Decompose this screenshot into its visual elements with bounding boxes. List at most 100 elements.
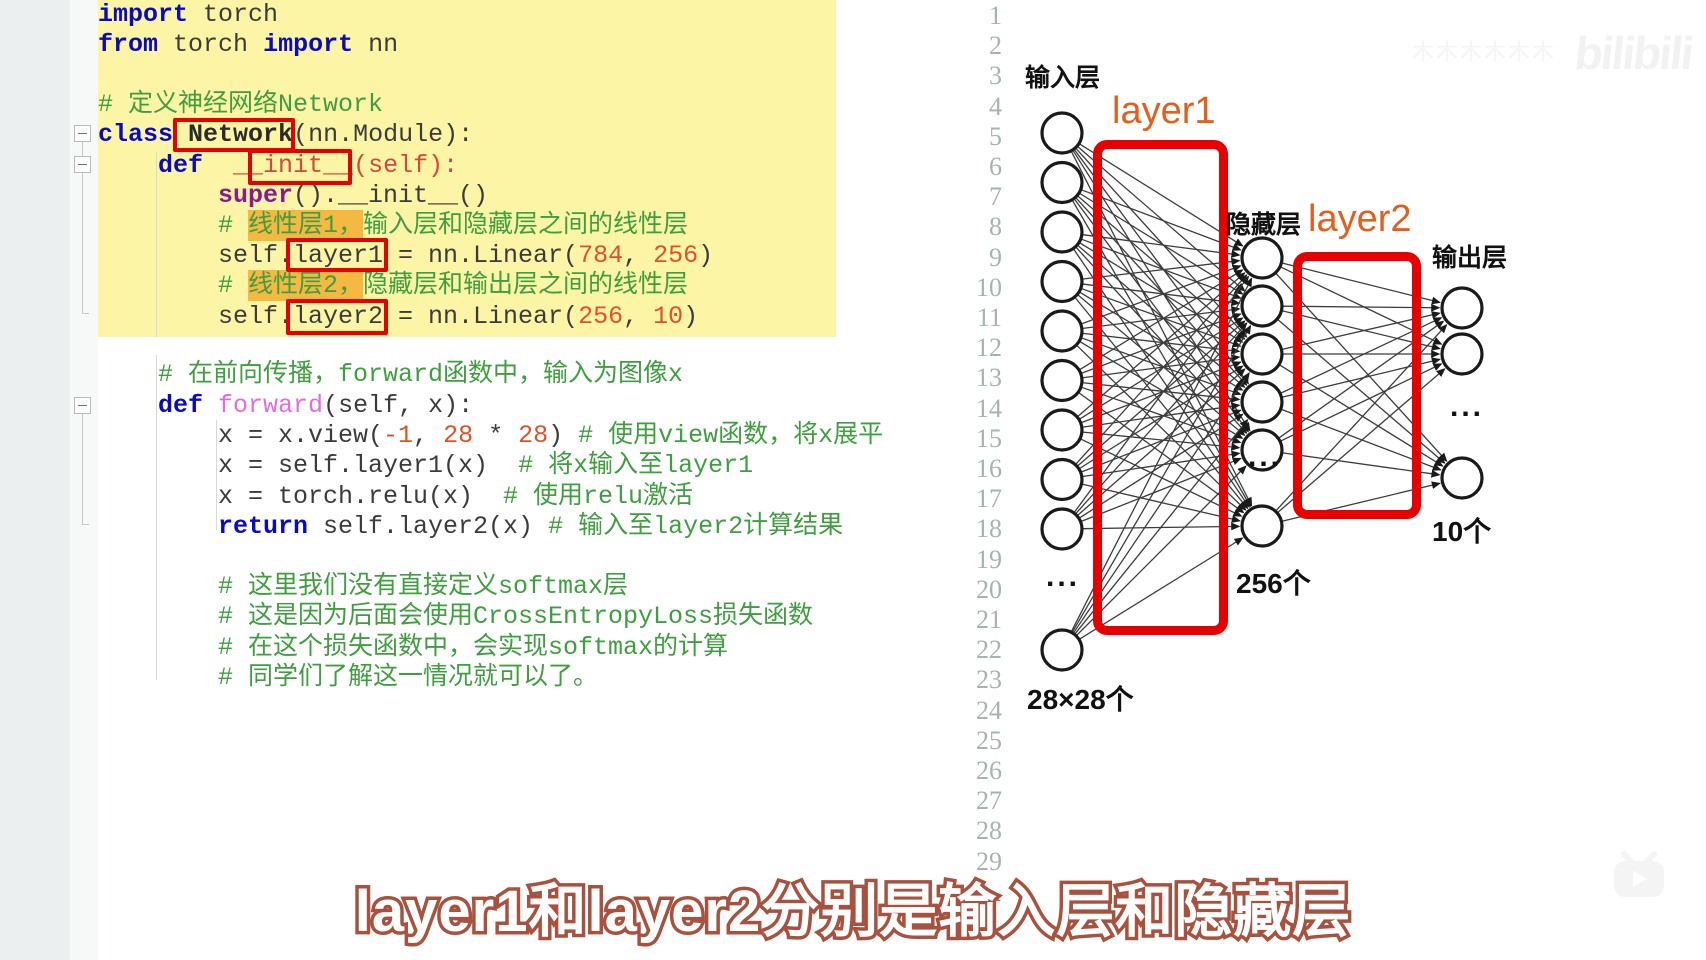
- fold-marker-init[interactable]: [74, 156, 91, 173]
- input-node: [1040, 358, 1084, 403]
- fold-line-forward: [82, 414, 83, 524]
- token-def-2: def: [158, 391, 204, 420]
- input-node: [1040, 309, 1084, 353]
- code-line-7: super().__init__(): [98, 181, 488, 211]
- code-editor[interactable]: 1 2 3 4 5 6 7 8 9 10 11 12 13 14 15 16 17 18 19 20 21 22 23 24 2…: [0, 0, 1010, 960]
- comment-23: # 同学们了解这一情况就可以了。: [218, 663, 599, 692]
- input-node: [1040, 507, 1084, 551]
- label-output-layer: 输出层: [1432, 244, 1508, 272]
- annotation-box-init: [248, 149, 352, 185]
- code-fold-gutter[interactable]: [70, 0, 98, 960]
- code-line-14: def forward(self, x):: [98, 391, 473, 421]
- input-node: [1040, 160, 1084, 205]
- token-l16a: x = self.layer1(x): [218, 451, 519, 480]
- token-l15a: x = x.view(: [218, 421, 384, 450]
- annotation-box-layer1: [286, 238, 388, 272]
- fold-end-init: [82, 313, 89, 314]
- token-l17a: x = torch.relu(x): [218, 482, 504, 511]
- comment-define-network: # 定义神经网络Network: [98, 90, 384, 119]
- count-output: 10个: [1432, 516, 1492, 547]
- token-comma-1: ,: [623, 241, 654, 270]
- token-return: return: [218, 512, 309, 541]
- token-paren-2: ): [683, 302, 699, 331]
- comment8-rest: 输入层和隐藏层之间的线性层: [363, 211, 689, 240]
- token-28b: 28: [518, 421, 549, 450]
- label-layer2: layer2: [1308, 198, 1412, 240]
- token-l15b: ,: [413, 421, 444, 450]
- code-line-15: x = x.view(-1, 28 * 28) # 使用view函数，将x展平: [98, 421, 883, 451]
- comment-l18: # 输入至layer2计算结果: [548, 512, 844, 541]
- comment-l17: # 使用relu激活: [503, 482, 694, 511]
- video-subtitle: layer1和layer2分别是输入层和隐藏层: [351, 876, 1353, 948]
- output-node: [1440, 286, 1484, 330]
- code-line-18: return self.layer2(x) # 输入至layer2计算结果: [98, 512, 843, 542]
- fold-line-init: [82, 173, 83, 313]
- token-forward: forward: [218, 391, 324, 420]
- token-784: 784: [578, 241, 624, 270]
- token-star: *: [473, 421, 519, 450]
- token-import-2: import: [263, 30, 354, 59]
- comment8-highlight: 线性层1，: [248, 210, 364, 241]
- token-nn-module: (nn.Module):: [293, 120, 474, 149]
- token-super: super: [218, 181, 294, 210]
- count-input: 28×28个: [1027, 684, 1134, 715]
- label-hidden-layer: 隐藏层: [1226, 211, 1302, 239]
- code-line-20: # 这里我们没有直接定义softmax层: [98, 572, 628, 602]
- input-node: [1040, 628, 1084, 672]
- comment10-rest: 隐藏层和输出层之间的线性层: [363, 271, 689, 300]
- ellipsis-output: ...: [1450, 390, 1485, 423]
- code-surface[interactable]: import torch from torch import nn # 定义神经…: [98, 0, 1010, 960]
- hidden-node: [1240, 380, 1284, 424]
- token-forward-rest: (self, x):: [323, 391, 474, 420]
- hidden-node: [1240, 504, 1284, 548]
- layer2-box: [1293, 252, 1421, 519]
- token-self-1: self.: [218, 241, 294, 270]
- input-node: [1040, 408, 1084, 452]
- code-line-21: # 这是因为后面会使用CrossEntropyLoss损失函数: [98, 602, 813, 632]
- token-10: 10: [653, 302, 684, 331]
- code-line-10: # 线性层2，隐藏层和输出层之间的线性层: [218, 270, 689, 301]
- code-line-17: x = torch.relu(x) # 使用relu激活: [98, 482, 693, 512]
- code-line-2: from torch import nn: [98, 30, 398, 60]
- token-from: from: [98, 30, 159, 59]
- token-torch: torch: [203, 0, 279, 29]
- fold-marker-class[interactable]: [74, 125, 91, 142]
- hidden-node: [1240, 332, 1284, 376]
- ellipsis-hidden: ...: [1248, 440, 1283, 473]
- token-l15c: ): [548, 421, 579, 450]
- layer1-box: [1093, 140, 1228, 635]
- code-line-11: self.layer2 = nn.Linear(256, 10): [98, 302, 698, 332]
- code-line-13: # 在前向传播，forward函数中，输入为图像x: [98, 360, 683, 390]
- annotation-box-layer2: [286, 299, 388, 335]
- comment-l16: # 将x输入至layer1: [518, 451, 754, 480]
- uploader-watermark: 木木木木木木: [1411, 39, 1556, 64]
- label-layer1: layer1: [1112, 90, 1216, 132]
- token-import: import: [98, 0, 189, 29]
- input-node: [1040, 259, 1084, 304]
- line-number-gutter: [0, 0, 71, 960]
- fold-marker-forward[interactable]: [74, 397, 91, 414]
- code-line-16: x = self.layer1(x) # 将x输入至layer1: [98, 451, 753, 481]
- bilibili-watermark: bilibili: [1572, 27, 1695, 79]
- input-node: [1040, 210, 1084, 254]
- code-line-1: import torch: [98, 0, 278, 30]
- input-node: [1040, 457, 1084, 502]
- code-line-9: self.layer1 = nn.Linear(784, 256): [98, 241, 713, 271]
- token-layer1-rest: = nn.Linear(: [383, 241, 579, 270]
- token-256: 256: [653, 241, 699, 270]
- output-node: [1440, 332, 1484, 376]
- code-line-22: # 在这个损失函数中，会实现softmax的计算: [98, 633, 728, 663]
- token-256b: 256: [578, 302, 624, 331]
- comment-forward: # 在前向传播，forward函数中，输入为图像x: [158, 360, 684, 389]
- hidden-node: [1240, 236, 1284, 280]
- comment-l15: # 使用view函数，将x展平: [578, 421, 884, 450]
- token-layer2-rest: = nn.Linear(: [383, 302, 579, 331]
- token-super-rest: ().__init__(): [293, 181, 489, 210]
- token-nn: nn: [368, 30, 399, 59]
- token-torch-2: torch: [173, 30, 249, 59]
- token-paren-1: ): [698, 241, 714, 270]
- comment-21: # 这是因为后面会使用CrossEntropyLoss损失函数: [218, 602, 814, 631]
- token-28a: 28: [443, 421, 474, 450]
- hidden-node: [1240, 284, 1284, 328]
- fold-end-forward: [82, 524, 89, 525]
